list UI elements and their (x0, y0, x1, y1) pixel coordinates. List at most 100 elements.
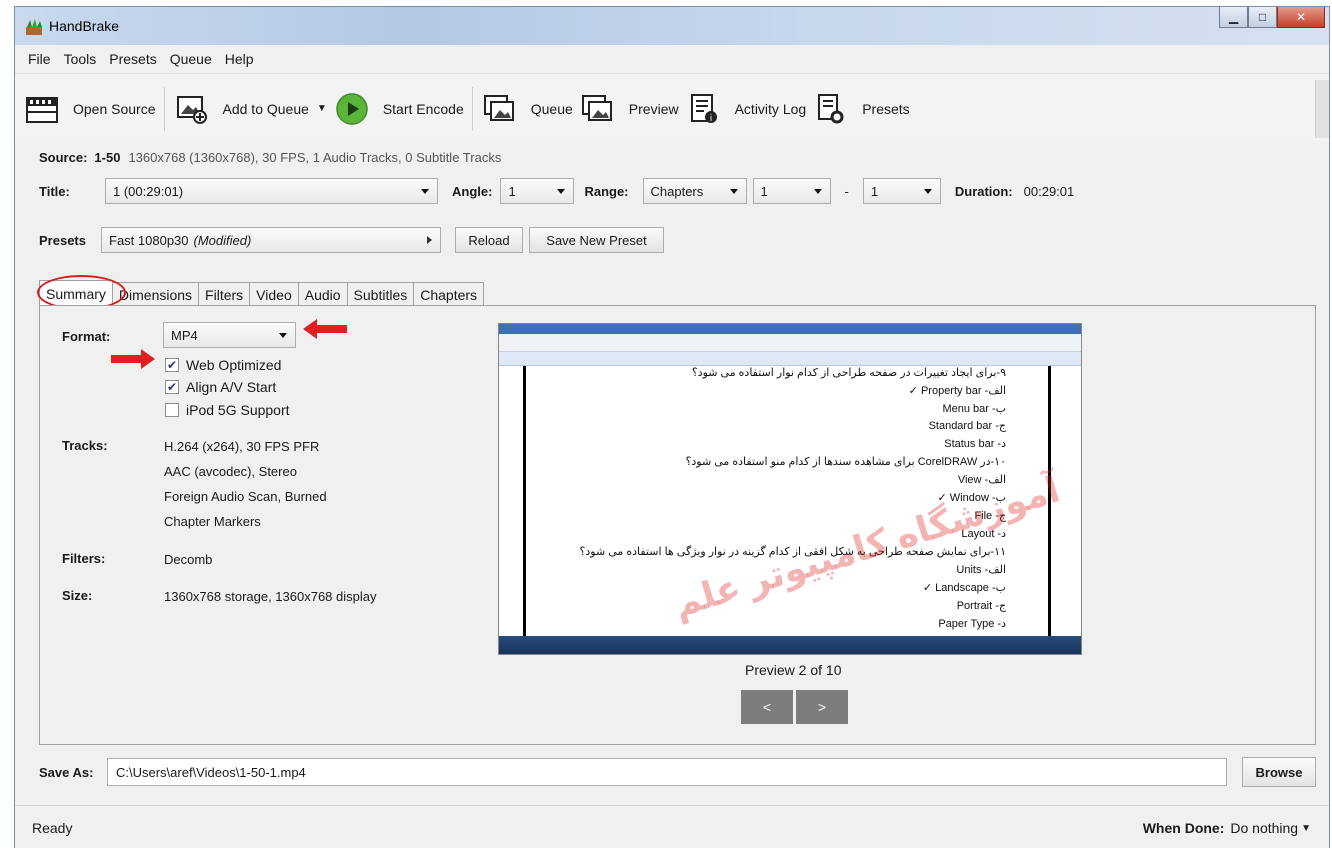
menu-presets[interactable]: Presets (109, 51, 156, 67)
window-title: HandBrake (49, 18, 120, 34)
activity-log-label: Activity Log (734, 100, 807, 117)
preview-prev-button[interactable]: < (741, 690, 793, 724)
title-row: Title: 1 (00:29:01) Angle: 1 Range: Chap… (39, 177, 1074, 205)
chevron-right-icon (427, 236, 432, 244)
track-audio: AAC (avcodec), Stereo (164, 464, 297, 479)
window-controls: ▁ □ ✕ (1219, 7, 1325, 28)
source-name: 1-50 (94, 149, 121, 165)
queue-label: Queue (530, 100, 573, 117)
start-encode-label: Start Encode (382, 100, 464, 117)
preset-selector[interactable]: Fast 1080p30 (Modified) (101, 227, 441, 253)
browse-button[interactable]: Browse (1242, 757, 1316, 787)
save-as-input[interactable]: C:\Users\aref\Videos\1-50-1.mp4 (107, 758, 1227, 786)
save-as-label: Save As: (39, 764, 94, 780)
menu-file[interactable]: File (28, 51, 51, 67)
preview-line: ۱۰-در CorelDRAW برای مشاهده سندها از کدا… (685, 456, 1006, 468)
toolbar-separator (163, 86, 165, 131)
preview-taskbar (499, 636, 1081, 654)
title-bar: HandBrake ▁ □ ✕ (15, 7, 1329, 45)
close-button[interactable]: ✕ (1277, 7, 1325, 28)
range-start-dropdown[interactable]: 1 (752, 178, 831, 204)
preview-document: ۹-برای ایجاد تغییرات در صفحه طراحی از کد… (523, 366, 1064, 638)
tab-audio[interactable]: Audio (297, 282, 348, 306)
tracks-label: Tracks: (62, 438, 108, 453)
format-dropdown[interactable]: MP4 (163, 322, 296, 348)
preview-line: الف- Property bar ✓ (908, 385, 1006, 397)
reload-button[interactable]: Reload (455, 227, 523, 253)
filters-label: Filters: (62, 551, 106, 566)
preview-next-button[interactable]: > (796, 690, 848, 724)
range-type-dropdown[interactable]: Chapters (642, 178, 747, 204)
add-to-queue-button[interactable]: Add to Queue ▼ (175, 93, 327, 125)
preview-line: ۹-برای ایجاد تغییرات در صفحه طراحی از کد… (691, 367, 1006, 379)
preview-button[interactable]: Preview (581, 93, 679, 125)
align-av-label: Align A/V Start (186, 379, 277, 395)
handbrake-window: HandBrake ▁ □ ✕ File Tools Presets Queue… (14, 6, 1330, 848)
align-av-checkbox[interactable]: ✔ Align A/V Start (165, 379, 276, 395)
size-label: Size: (62, 588, 93, 603)
preset-modified: (Modified) (193, 232, 252, 248)
svg-text:i: i (709, 114, 712, 124)
empty-checkbox-icon (165, 403, 179, 417)
ipod-checkbox[interactable]: iPod 5G Support (165, 402, 290, 418)
preview-line: الف- Units (956, 564, 1006, 576)
source-label: Source: (39, 149, 88, 165)
menu-queue[interactable]: Queue (170, 51, 212, 67)
preview-line: ج- Standard bar (928, 420, 1006, 432)
presets-label: Presets (862, 100, 910, 117)
preview-browser-titlebar (499, 324, 1081, 334)
start-encode-button[interactable]: Start Encode (335, 92, 464, 125)
title-dropdown[interactable]: 1 (00:29:01) (105, 178, 438, 204)
preset-value: Fast 1080p30 (109, 232, 189, 248)
presets-button[interactable]: Presets (814, 93, 910, 125)
preview-line: ج- Portrait (956, 600, 1006, 612)
range-label: Range: (584, 183, 629, 199)
tab-filters[interactable]: Filters (198, 282, 251, 306)
add-to-queue-label: Add to Queue (222, 100, 309, 117)
chevron-down-icon (279, 333, 287, 338)
save-new-preset-button[interactable]: Save New Preset (529, 227, 664, 253)
preview-line: ب- Menu bar (942, 403, 1006, 415)
ipod-label: iPod 5G Support (186, 402, 290, 418)
size-value: 1360x768 storage, 1360x768 display (164, 589, 377, 604)
tab-subtitles[interactable]: Subtitles (346, 282, 415, 306)
angle-label: Angle: (452, 183, 493, 199)
angle-dropdown[interactable]: 1 (500, 178, 575, 204)
summary-panel: Format: MP4 ✔ Web Optimized ✔ Align A/V … (39, 305, 1316, 745)
save-as-path: C:\Users\aref\Videos\1-50-1.mp4 (116, 764, 306, 780)
format-label: Format: (62, 329, 111, 344)
menu-help[interactable]: Help (225, 51, 254, 67)
web-optimized-checkbox[interactable]: ✔ Web Optimized (165, 357, 281, 373)
minimize-button[interactable]: ▁ (1219, 7, 1248, 28)
queue-images-icon (483, 93, 517, 125)
open-source-button[interactable]: Open Source (25, 93, 156, 125)
range-end-dropdown[interactable]: 1 (862, 178, 941, 204)
queue-button[interactable]: Queue (483, 93, 573, 125)
tab-chapters[interactable]: Chapters (413, 282, 485, 306)
activity-log-icon: i (687, 93, 721, 125)
chevron-down-icon (421, 189, 429, 194)
preview-caption: Preview 2 of 10 (745, 662, 842, 678)
title-value: 1 (00:29:01) (113, 183, 184, 199)
right-pointing-arrow-icon (111, 349, 155, 369)
title-label: Title: (39, 183, 70, 199)
menu-tools[interactable]: Tools (64, 51, 97, 67)
range-start-value: 1 (760, 183, 768, 199)
toolbar-scrollbar[interactable] (1315, 80, 1329, 138)
preview-images-icon (581, 93, 615, 125)
range-end-value: 1 (870, 183, 879, 199)
status-text: Ready (32, 820, 73, 836)
chevron-down-icon (923, 189, 932, 194)
range-type-value: Chapters (650, 183, 704, 199)
when-done-selector[interactable]: When Done: Do nothing ▼ (1143, 820, 1311, 836)
checkmark-icon: ✔ (165, 380, 179, 394)
chevron-down-icon (813, 189, 822, 194)
chevron-down-icon[interactable]: ▼ (317, 103, 327, 114)
maximize-button[interactable]: □ (1248, 7, 1277, 28)
preview-browser-tabs (499, 334, 1081, 352)
filters-value: Decomb (164, 552, 213, 567)
activity-log-button[interactable]: i Activity Log (687, 93, 807, 125)
tab-video[interactable]: Video (249, 282, 299, 306)
track-chapters: Chapter Markers (164, 514, 261, 529)
track-subtitle: Foreign Audio Scan, Burned (164, 489, 327, 504)
